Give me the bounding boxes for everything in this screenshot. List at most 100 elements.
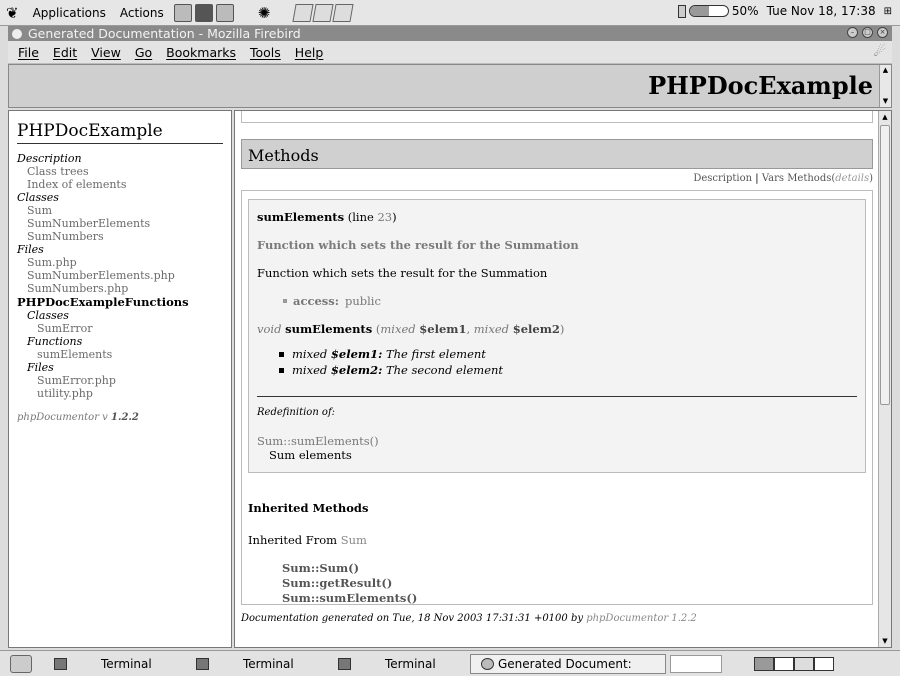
launchers-2: ✺ [258, 4, 271, 22]
taskbar-item-terminal[interactable]: Terminal [186, 654, 328, 674]
nav-sub-file-link[interactable]: SumError.php [17, 374, 223, 387]
param-type: mixed [292, 363, 328, 377]
home-launcher-icon[interactable] [173, 3, 192, 22]
header-scrollbar[interactable]: ▲ ▼ [879, 65, 891, 107]
nav-footer-prefix: phpDocumentor v [17, 412, 108, 423]
nav-sub-class-link[interactable]: SumError [17, 322, 223, 335]
methods-nav-details-close: ) [869, 173, 873, 184]
menu-tools[interactable]: Tools [250, 45, 281, 60]
clock[interactable]: Tue Nov 18, 17:38 [767, 4, 876, 18]
inherited-from-link[interactable]: Sum [341, 533, 367, 547]
nav-file-link[interactable]: Sum.php [17, 256, 223, 269]
nav-index-link[interactable]: Index of elements [17, 178, 223, 191]
workspace-2[interactable] [774, 656, 794, 671]
nav-class-trees-link[interactable]: Class trees [17, 165, 223, 178]
inherited-method-link[interactable]: Sum::Sum() [282, 561, 866, 576]
param-type: mixed [292, 347, 328, 361]
menu-go[interactable]: Go [135, 45, 152, 60]
nav-sub-file-link[interactable]: utility.php [17, 387, 223, 400]
workspace-4[interactable] [814, 656, 834, 671]
nav-files-label: Files [17, 243, 44, 256]
scroll-up-icon[interactable]: ▲ [879, 111, 891, 123]
taskbar-item-terminal[interactable]: Terminal [328, 654, 470, 674]
throbber-icon[interactable]: ☄ [873, 44, 886, 60]
terminal-icon [196, 657, 209, 670]
applications-menu[interactable]: Applications [33, 6, 106, 20]
nav-subpackage-title: PHPDocExampleFunctions [17, 295, 189, 309]
maximize-icon[interactable]: □ [862, 27, 873, 38]
inherited-method-link[interactable]: Sum::sumElements() [282, 591, 866, 606]
method-line-prefix: (line [347, 210, 374, 224]
scroll-down-icon[interactable]: ▼ [880, 96, 891, 107]
access-value: public [344, 294, 381, 308]
tray-grid-icon[interactable]: ⊞ [884, 6, 892, 17]
task-label: Terminal [243, 656, 294, 671]
method-box: sumElements (line 23) Function which set… [248, 199, 866, 473]
task-label: Terminal [385, 656, 436, 671]
param-item: mixed $elem1: The first element [279, 346, 857, 362]
show-desktop-icon[interactable] [10, 654, 32, 673]
window-menu-icon[interactable] [12, 28, 22, 39]
camera-launcher-icon[interactable] [215, 3, 234, 22]
footer-link[interactable]: phpDocumentor 1.2.2 [586, 613, 697, 624]
system-tray: 50% Tue Nov 18, 17:38 ⊞ [677, 4, 892, 18]
edit-launcher-icon-2[interactable] [312, 3, 334, 22]
methods-nav-details-link[interactable]: details [835, 173, 869, 184]
main-scrollbar[interactable]: ▲ ▼ [878, 111, 891, 647]
method-short-description: Function which sets the result for the S… [257, 238, 579, 252]
method-line-link[interactable]: 23 [377, 210, 392, 224]
main-frame: Methods Description | Vars Methods(detai… [234, 110, 892, 648]
taskbar-item-terminal[interactable]: Terminal [44, 654, 186, 674]
method-title-row: sumElements (line 23) [257, 210, 857, 224]
inherited-method-link[interactable]: Sum::getResult() [282, 576, 866, 591]
scroll-thumb[interactable] [880, 125, 890, 405]
param-name: $elem2: [330, 363, 383, 377]
runner-launcher-icon[interactable]: ✺ [258, 4, 271, 22]
param-desc: The first element [385, 347, 486, 361]
launchers [173, 3, 234, 22]
workspace-3[interactable] [794, 656, 814, 671]
sig-comma: , [466, 322, 471, 336]
access-label: access: [293, 294, 339, 308]
main-content: Methods Description | Vars Methods(detai… [241, 111, 873, 624]
menu-view[interactable]: View [91, 45, 121, 60]
menu-edit[interactable]: Edit [53, 45, 77, 60]
battery-bar [688, 5, 729, 17]
nav-file-link[interactable]: SumNumberElements.php [17, 269, 223, 282]
nav-sub-function-link[interactable]: sumElements [17, 348, 223, 361]
menu-bookmarks[interactable]: Bookmarks [166, 45, 236, 60]
method-signature: void sumElements (mixed $elem1, mixed $e… [257, 322, 857, 336]
bullet-icon [279, 351, 284, 357]
menu-file[interactable]: File [18, 45, 39, 60]
nav-file-link[interactable]: SumNumbers.php [17, 282, 223, 295]
scroll-down-icon[interactable]: ▼ [879, 635, 891, 647]
edit-launcher-icon-3[interactable] [332, 3, 354, 22]
actions-menu[interactable]: Actions [120, 6, 164, 20]
nav-class-link[interactable]: Sum [17, 204, 223, 217]
window-titlebar[interactable]: Generated Documentation - Mozilla Firebi… [8, 26, 892, 41]
param1-name: $elem1 [419, 322, 467, 336]
gnome-foot-icon[interactable]: ❦ [6, 4, 19, 22]
redefinition-link[interactable]: Sum::sumElements() [257, 434, 857, 448]
header-frame: PHPDocExample ▲ ▼ [8, 64, 892, 108]
terminal-launcher-icon[interactable] [194, 3, 213, 22]
nav-description-link[interactable]: Description [17, 152, 223, 165]
taskbar-item-browser[interactable]: Generated Document: [470, 653, 666, 674]
methods-nav-vars-link[interactable]: Vars [762, 173, 784, 184]
battery-indicator[interactable]: 50% [677, 4, 759, 18]
minimize-icon[interactable]: – [847, 27, 858, 38]
scroll-up-icon[interactable]: ▲ [880, 65, 891, 76]
terminal-icon [54, 657, 67, 670]
nav-footer: phpDocumentor v 1.2.2 [17, 412, 223, 423]
menu-help[interactable]: Help [295, 45, 324, 60]
nav-class-link[interactable]: SumNumberElements [17, 217, 223, 230]
methods-nav-methods-link[interactable]: Methods [787, 173, 831, 184]
methods-nav-description-link[interactable]: Description [693, 173, 752, 184]
workspace-1[interactable] [754, 656, 774, 671]
nav-class-link[interactable]: SumNumbers [17, 230, 223, 243]
browser-icon [481, 657, 494, 670]
close-icon[interactable]: × [877, 27, 888, 38]
header-title: PHPDocExample [648, 71, 873, 100]
edit-launcher-icon-1[interactable] [292, 3, 314, 22]
nav-footer-version: 1.2.2 [111, 412, 139, 423]
